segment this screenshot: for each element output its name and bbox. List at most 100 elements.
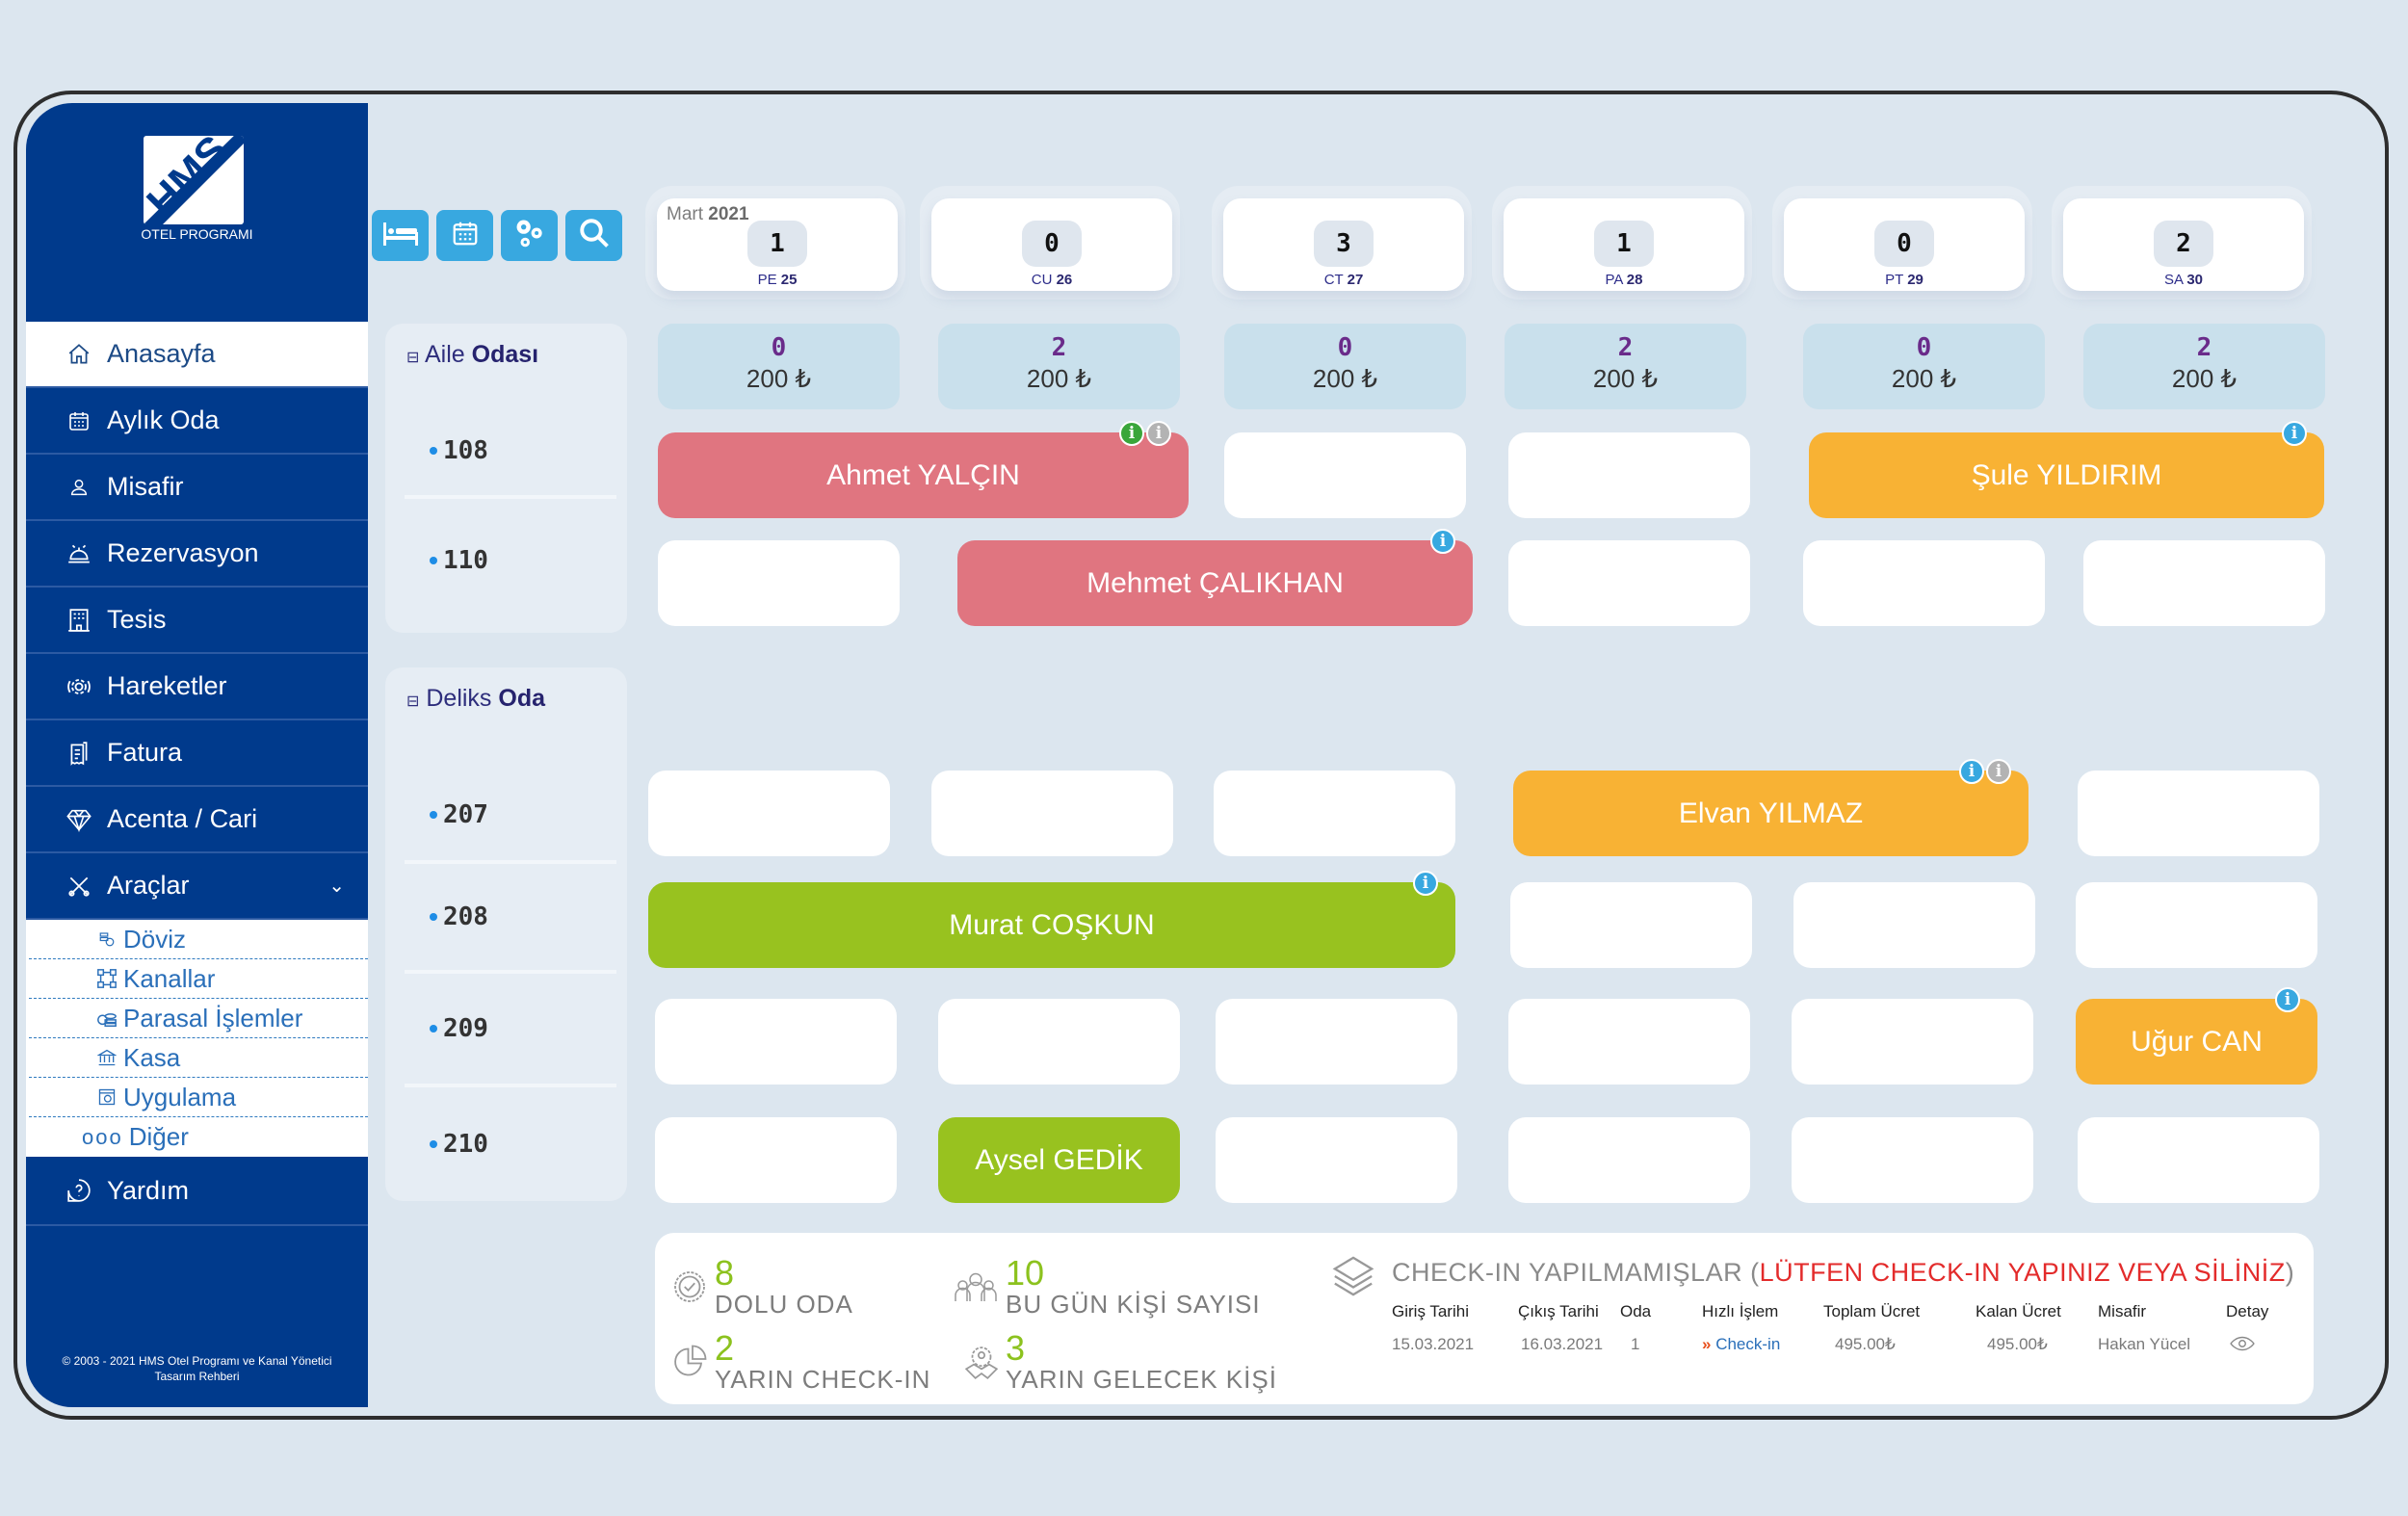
sidebar-item-anasayfa[interactable]: Anasayfa xyxy=(26,322,368,388)
empty-room-slot[interactable] xyxy=(658,540,900,626)
cell-giris: 15.03.2021 xyxy=(1392,1335,1475,1353)
reservation-block[interactable]: Mehmet ÇALIKHAN i xyxy=(957,529,1473,626)
info-icon[interactable]: i xyxy=(1413,871,1438,896)
date-column-header[interactable]: 0 PT 29 xyxy=(1772,186,2032,300)
empty-room-slot[interactable] xyxy=(1216,1117,1457,1203)
submenu-item-kanallar[interactable]: Kanallar xyxy=(29,959,368,999)
room-row[interactable]: 208 xyxy=(405,864,616,974)
empty-room-slot[interactable] xyxy=(655,1117,897,1203)
date-card: Mart 2021 1 PE 25 xyxy=(657,198,898,291)
sidebar-item-hareketler[interactable]: Hareketler xyxy=(26,654,368,720)
room-row[interactable]: 110 xyxy=(405,512,616,609)
reservation-block[interactable]: Murat COŞKUN i xyxy=(648,871,1455,968)
hms-logo[interactable]: HMS xyxy=(144,136,244,224)
date-card: 0 CU 26 xyxy=(931,198,1172,291)
settings-button[interactable] xyxy=(501,210,558,261)
empty-room-slot[interactable] xyxy=(1508,432,1750,518)
chevron-down-icon[interactable]: ⌄ xyxy=(328,874,345,898)
search-button[interactable] xyxy=(565,210,622,261)
date-column-header[interactable]: 0 CU 26 xyxy=(920,186,1180,300)
home-icon xyxy=(65,340,93,369)
room-row[interactable]: 210 xyxy=(405,1087,616,1201)
checkin-link[interactable]: » Check-in xyxy=(1702,1335,1780,1354)
sidebar-item-rezervasyon[interactable]: Rezervasyon xyxy=(26,521,368,588)
room-category-deliks-oda[interactable]: ⊟ Deliks Oda 207 208 209 210 xyxy=(385,667,627,1201)
empty-room-slot[interactable] xyxy=(1793,882,2035,968)
empty-room-slot[interactable] xyxy=(2083,540,2325,626)
info-icon[interactable]: i xyxy=(1119,421,1144,446)
empty-room-slot[interactable] xyxy=(2076,882,2317,968)
info-icon[interactable]: i xyxy=(2282,421,2307,446)
gear-cycle-icon xyxy=(65,672,93,701)
empty-room-slot[interactable] xyxy=(655,999,897,1085)
empty-room-slot[interactable] xyxy=(2078,1117,2319,1203)
submenu-item-parasal-islemler[interactable]: Parasal İşlemler xyxy=(29,999,368,1038)
sidebar-item-tesis[interactable]: Tesis xyxy=(26,588,368,654)
empty-room-slot[interactable] xyxy=(1510,882,1752,968)
col-header: Detay xyxy=(2226,1302,2269,1320)
room-category-aile-odasi[interactable]: ⊟ Aile Odası 108 110 xyxy=(385,324,627,633)
collapse-icon[interactable]: ⊟ xyxy=(406,350,419,366)
date-column-header[interactable]: 2 SA 30 xyxy=(2052,186,2312,300)
calendar-button[interactable] xyxy=(436,210,493,261)
info-icon[interactable]: i xyxy=(1146,421,1171,446)
empty-room-slot[interactable] xyxy=(1224,432,1466,518)
submenu-label: Uygulama xyxy=(123,1082,237,1111)
date-column-header[interactable]: 1 PA 28 xyxy=(1492,186,1752,300)
empty-room-slot[interactable] xyxy=(931,771,1173,856)
sidebar-item-acenta-cari[interactable]: Acenta / Cari xyxy=(26,787,368,853)
info-icon[interactable]: i xyxy=(2275,987,2300,1012)
sidebar-item-yardim[interactable]: Yardım xyxy=(26,1157,368,1226)
room-dot-icon xyxy=(430,557,437,564)
price-availability-cell[interactable]: 0 200 ₺ xyxy=(658,324,900,409)
empty-room-slot[interactable] xyxy=(938,999,1180,1085)
sidebar-item-fatura[interactable]: Fatura xyxy=(26,720,368,787)
reservation-block[interactable]: Ahmet YALÇIN i i xyxy=(658,421,1189,518)
price-availability-cell[interactable]: 2 200 ₺ xyxy=(1505,324,1746,409)
room-row[interactable]: 108 xyxy=(405,405,616,499)
date-occupancy-count: 2 xyxy=(2154,221,2213,267)
empty-room-slot[interactable] xyxy=(648,771,890,856)
empty-room-slot[interactable] xyxy=(2078,771,2319,856)
reservation-block[interactable]: Aysel GEDİK xyxy=(938,1117,1180,1203)
category-title[interactable]: ⊟ Aile Odası xyxy=(406,341,538,369)
guest-name: Uğur CAN xyxy=(2131,1025,2263,1058)
empty-room-slot[interactable] xyxy=(1508,999,1750,1085)
empty-room-slot[interactable] xyxy=(1214,771,1455,856)
copyright-line: Tasarım Rehberi xyxy=(154,1370,240,1383)
eye-icon[interactable] xyxy=(2230,1335,2255,1357)
date-column-header[interactable]: 3 CT 27 xyxy=(1212,186,1472,300)
submenu-item-kasa[interactable]: Kasa xyxy=(29,1038,368,1078)
room-row[interactable]: 207 xyxy=(405,770,616,864)
price-availability-cell[interactable]: 2 200 ₺ xyxy=(2083,324,2325,409)
sidebar-item-araclar[interactable]: Araçlar ⌄ xyxy=(26,853,368,920)
date-column-header[interactable]: Mart 2021 1 PE 25 xyxy=(645,186,905,300)
category-title[interactable]: ⊟ Deliks Oda xyxy=(406,685,545,713)
reservation-block[interactable]: Elvan YILMAZ i i xyxy=(1513,759,2028,856)
submenu-item-uygulama[interactable]: Uygulama xyxy=(29,1078,368,1117)
room-row[interactable]: 209 xyxy=(405,974,616,1087)
price-availability-cell[interactable]: 0 200 ₺ xyxy=(1224,324,1466,409)
price-availability-cell[interactable]: 2 200 ₺ xyxy=(938,324,1180,409)
reservation-block[interactable]: Şule YILDIRIM i xyxy=(1809,421,2324,518)
date-occupancy-count: 3 xyxy=(1314,221,1374,267)
empty-room-slot[interactable] xyxy=(1508,1117,1750,1203)
reservation-block[interactable]: Uğur CAN i xyxy=(2076,987,2317,1085)
submenu-item-diger[interactable]: ooo Diğer xyxy=(29,1117,368,1157)
empty-room-slot[interactable] xyxy=(1792,999,2033,1085)
info-icon[interactable]: i xyxy=(1986,759,2011,784)
stat-label: YARIN GELECEK KİŞİ xyxy=(1006,1365,1277,1394)
collapse-icon[interactable]: ⊟ xyxy=(406,693,419,710)
sidebar-item-misafir[interactable]: Misafir xyxy=(26,455,368,521)
empty-room-slot[interactable] xyxy=(1792,1117,2033,1203)
rooms-button[interactable] xyxy=(372,210,429,261)
submenu-item-doviz[interactable]: Döviz xyxy=(29,920,368,959)
sidebar-item-aylik-oda[interactable]: Aylık Oda xyxy=(26,388,368,455)
empty-room-slot[interactable] xyxy=(1216,999,1457,1085)
room-price: 200 ₺ xyxy=(1592,364,1659,393)
info-icon[interactable]: i xyxy=(1959,759,1984,784)
info-icon[interactable]: i xyxy=(1430,529,1455,554)
empty-room-slot[interactable] xyxy=(1508,540,1750,626)
empty-room-slot[interactable] xyxy=(1803,540,2045,626)
price-availability-cell[interactable]: 0 200 ₺ xyxy=(1803,324,2045,409)
